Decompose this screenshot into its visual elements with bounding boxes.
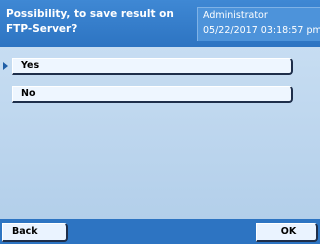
option-yes-label: Yes (21, 60, 40, 71)
datetime-display: 05/22/2017 03:18:57 pm (203, 25, 320, 36)
user-info-box: Administrator 05/22/2017 03:18:57 pm (197, 7, 320, 41)
user-name: Administrator (203, 10, 268, 21)
option-no-button[interactable]: No (12, 86, 293, 103)
option-no-label: No (21, 88, 36, 99)
ok-button[interactable]: OK (256, 223, 318, 242)
options-panel: Yes No (0, 47, 320, 219)
header-bar: Possibility, to save result on FTP-Serve… (0, 0, 320, 47)
footer-bar: Back OK (0, 219, 320, 244)
page-title: Possibility, to save result on FTP-Serve… (6, 8, 174, 35)
option-yes-button[interactable]: Yes (12, 58, 293, 75)
selection-arrow-icon (3, 62, 8, 70)
back-button[interactable]: Back (2, 223, 68, 242)
